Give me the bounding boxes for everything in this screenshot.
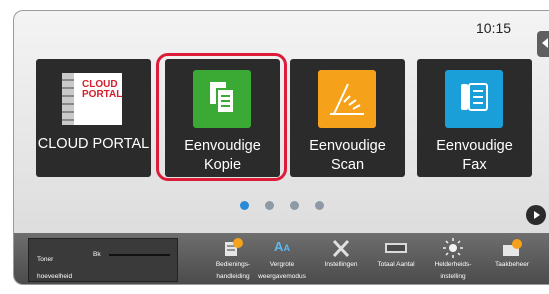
page-dot-1[interactable] — [240, 201, 249, 210]
selection-highlight — [156, 53, 287, 181]
counter-icon — [385, 243, 407, 253]
button-label: Totaal Aantal — [377, 261, 415, 268]
tile-cloud-portal[interactable]: CLOUD PORTAL CLOUD PORTAL — [36, 59, 151, 177]
settings-button[interactable]: Instellingen — [311, 233, 371, 284]
button-label: Instellingen — [324, 261, 358, 268]
chevron-left-icon — [542, 38, 548, 48]
tile-label: CLOUD PORTAL — [37, 136, 150, 152]
total-count-button[interactable]: Totaal Aantal — [366, 233, 426, 284]
page-dot-3[interactable] — [290, 201, 299, 210]
toner-level-bar — [109, 254, 170, 256]
manual-icon — [225, 238, 243, 256]
brightness-icon — [443, 238, 463, 258]
toner-label: Toner hoeveelheid — [37, 256, 73, 280]
touch-panel-screen: 10:15 CLOUD PORTAL CLOUD PORTAL Eenvoudi… — [13, 10, 549, 285]
job-status-button[interactable]: Taakbeheer — [482, 233, 542, 284]
bottom-toolbar: Toner hoeveelheid Bk Bedienings-handleidi… — [14, 233, 549, 284]
job-status-icon — [503, 239, 522, 256]
zoom-text-icon: AA — [274, 239, 290, 254]
tile-easy-fax[interactable]: Eenvoudige Fax — [417, 59, 532, 177]
toner-level-panel: Toner hoeveelheid Bk — [28, 238, 178, 282]
brightness-button[interactable]: Helderheids-instelling — [423, 233, 483, 284]
tile-easy-scan[interactable]: Eenvoudige Scan — [290, 59, 405, 177]
button-label: Helderheids-instelling — [434, 261, 472, 280]
clock: 10:15 — [476, 20, 512, 36]
tile-label: Eenvoudige Fax — [436, 138, 513, 173]
cloud-portal-icon: CLOUD PORTAL — [62, 73, 122, 125]
cloud-portal-logo-text: CLOUD PORTAL — [82, 79, 123, 100]
enlarge-display-button[interactable]: AA Vergrote weergavemodus — [252, 233, 312, 284]
tile-label: Eenvoudige Scan — [309, 138, 386, 173]
button-label: Taakbeheer — [495, 261, 529, 268]
page-dot-2[interactable] — [265, 201, 274, 210]
scan-icon — [318, 70, 376, 128]
page-dot-4[interactable] — [315, 201, 324, 210]
play-icon — [534, 211, 540, 219]
next-page-button[interactable] — [526, 205, 546, 225]
button-label: Vergrote weergavemodus — [258, 261, 306, 280]
fax-icon — [445, 70, 503, 128]
settings-tools-icon — [332, 239, 350, 258]
side-panel-tab[interactable] — [537, 31, 549, 57]
toner-color-label: Bk — [93, 251, 101, 258]
